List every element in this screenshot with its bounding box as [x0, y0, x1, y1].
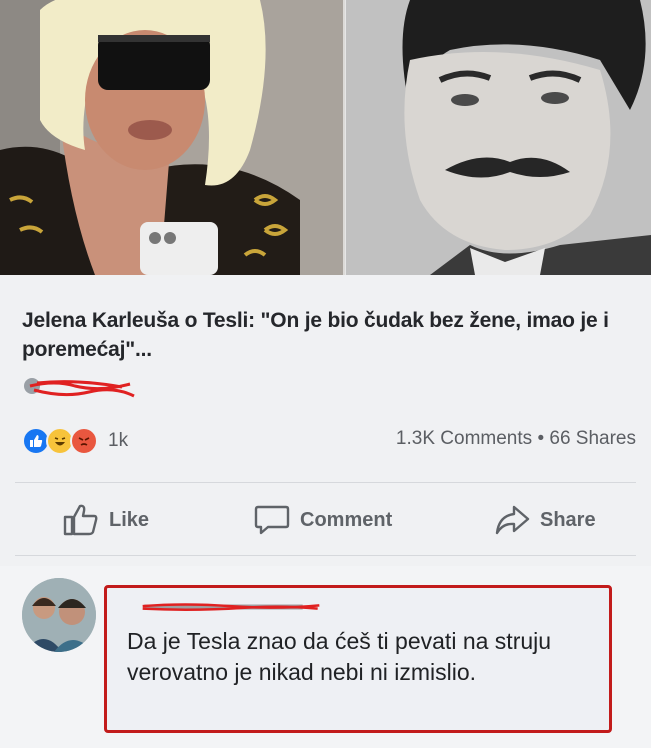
comments-count[interactable]: 1.3K Comments — [396, 428, 532, 449]
share-arrow-icon — [495, 505, 530, 535]
commenter-name-redacted — [142, 603, 320, 611]
post-photo — [0, 0, 651, 275]
share-label: Share — [540, 508, 596, 531]
thumbs-up-icon — [63, 504, 98, 536]
commenter-avatar[interactable] — [22, 578, 96, 652]
divider — [15, 555, 636, 556]
like-button[interactable]: Like — [63, 503, 149, 537]
comment-button[interactable]: Comment — [254, 503, 392, 537]
stats-separator: • — [537, 428, 545, 449]
action-bar: Like Comment Share — [0, 495, 651, 551]
post-stats: 1.3K Comments • 66 Shares — [396, 428, 636, 450]
post-title[interactable]: Jelena Karleuša o Tesli: "On je bio čuda… — [22, 306, 632, 364]
reaction-count[interactable]: 1k — [108, 430, 128, 452]
comment-bubble-icon — [254, 505, 290, 535]
shares-count[interactable]: 66 Shares — [549, 428, 636, 449]
reactions-summary[interactable]: 1k — [22, 426, 128, 456]
comment-text: Da je Tesla znao da ćeš ti pevati na str… — [127, 628, 552, 685]
comment-bubble-highlighted: Da je Tesla znao da ćeš ti pevati na str… — [104, 585, 612, 733]
divider — [15, 482, 636, 483]
redaction-scribble — [24, 378, 135, 398]
angry-reaction-icon — [70, 427, 98, 455]
post-source-redacted — [22, 376, 142, 400]
comment-label: Comment — [300, 508, 393, 531]
avatar-photo — [22, 578, 96, 652]
share-button[interactable]: Share — [494, 503, 596, 537]
post-image[interactable] — [0, 0, 651, 275]
like-label: Like — [109, 508, 150, 531]
